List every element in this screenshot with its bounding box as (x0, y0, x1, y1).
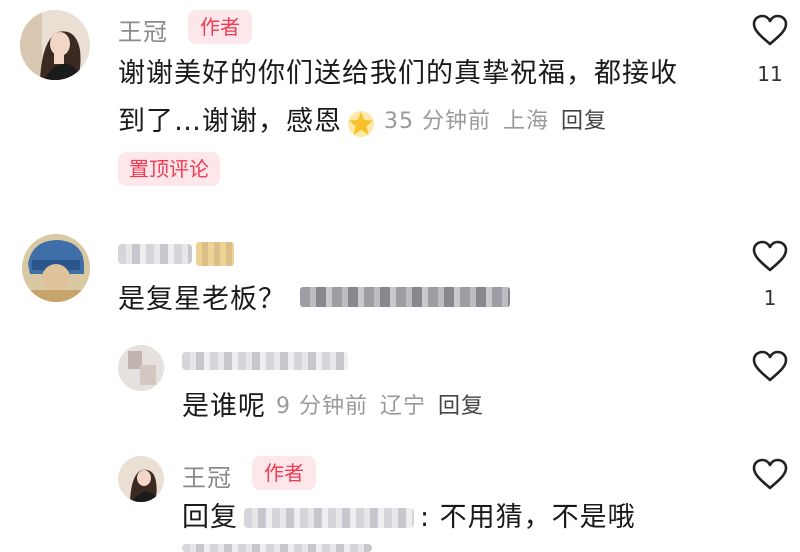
comment-username[interactable]: 王冠 (118, 12, 168, 47)
pinned-comment-badge: 置顶评论 (118, 152, 220, 186)
avatar[interactable] (118, 345, 164, 391)
author-badge: 作者 (188, 10, 252, 44)
blurred-username (118, 244, 192, 264)
reply-line: 回复 : 不用猜，不是哦 (182, 494, 636, 542)
avatar[interactable] (20, 10, 90, 80)
reply-prefix: 回复 (182, 502, 238, 533)
heart-outline-icon[interactable] (752, 458, 788, 490)
blurred-badge (196, 242, 234, 266)
heart-outline-icon[interactable] (752, 14, 788, 46)
reply-button[interactable]: 回复 (561, 98, 607, 146)
reply-line: 是谁呢 9 分钟前 辽宁 回复 (182, 383, 484, 431)
like-count: 1 (763, 286, 777, 310)
author-badge: 作者 (252, 456, 316, 490)
blurred-mention (244, 508, 414, 528)
truncated-next-line (182, 544, 372, 552)
blurred-username (182, 352, 348, 370)
comment-time: 35 分钟前 (384, 109, 491, 134)
avatar[interactable] (22, 234, 90, 302)
avatar[interactable] (118, 456, 164, 502)
reply-text: : 不用猜，不是哦 (420, 502, 636, 533)
heart-outline-icon[interactable] (752, 350, 788, 382)
comment-text-line: 到了…谢谢，感恩 (118, 106, 342, 137)
reply-text: 是谁呢 (182, 391, 266, 422)
heart-outline-icon[interactable] (752, 240, 788, 272)
reply-time: 9 分钟前 (276, 394, 368, 419)
star-emoji-icon (346, 107, 376, 137)
comment-text: 是复星老板？ (118, 284, 286, 315)
reply-location: 辽宁 (380, 394, 427, 419)
comment-text-line: 谢谢美好的你们送给我们的真挚祝福，都接收 (118, 58, 678, 89)
reply-button[interactable]: 回复 (438, 383, 484, 431)
comment-location: 上海 (503, 109, 550, 134)
reply-username[interactable]: 王冠 (182, 458, 232, 493)
comment-text: 谢谢美好的你们送给我们的真挚祝福，都接收 到了…谢谢，感恩 35 分钟前 上海 … (118, 50, 738, 146)
blurred-mention (300, 287, 510, 307)
like-count: 11 (757, 62, 783, 86)
